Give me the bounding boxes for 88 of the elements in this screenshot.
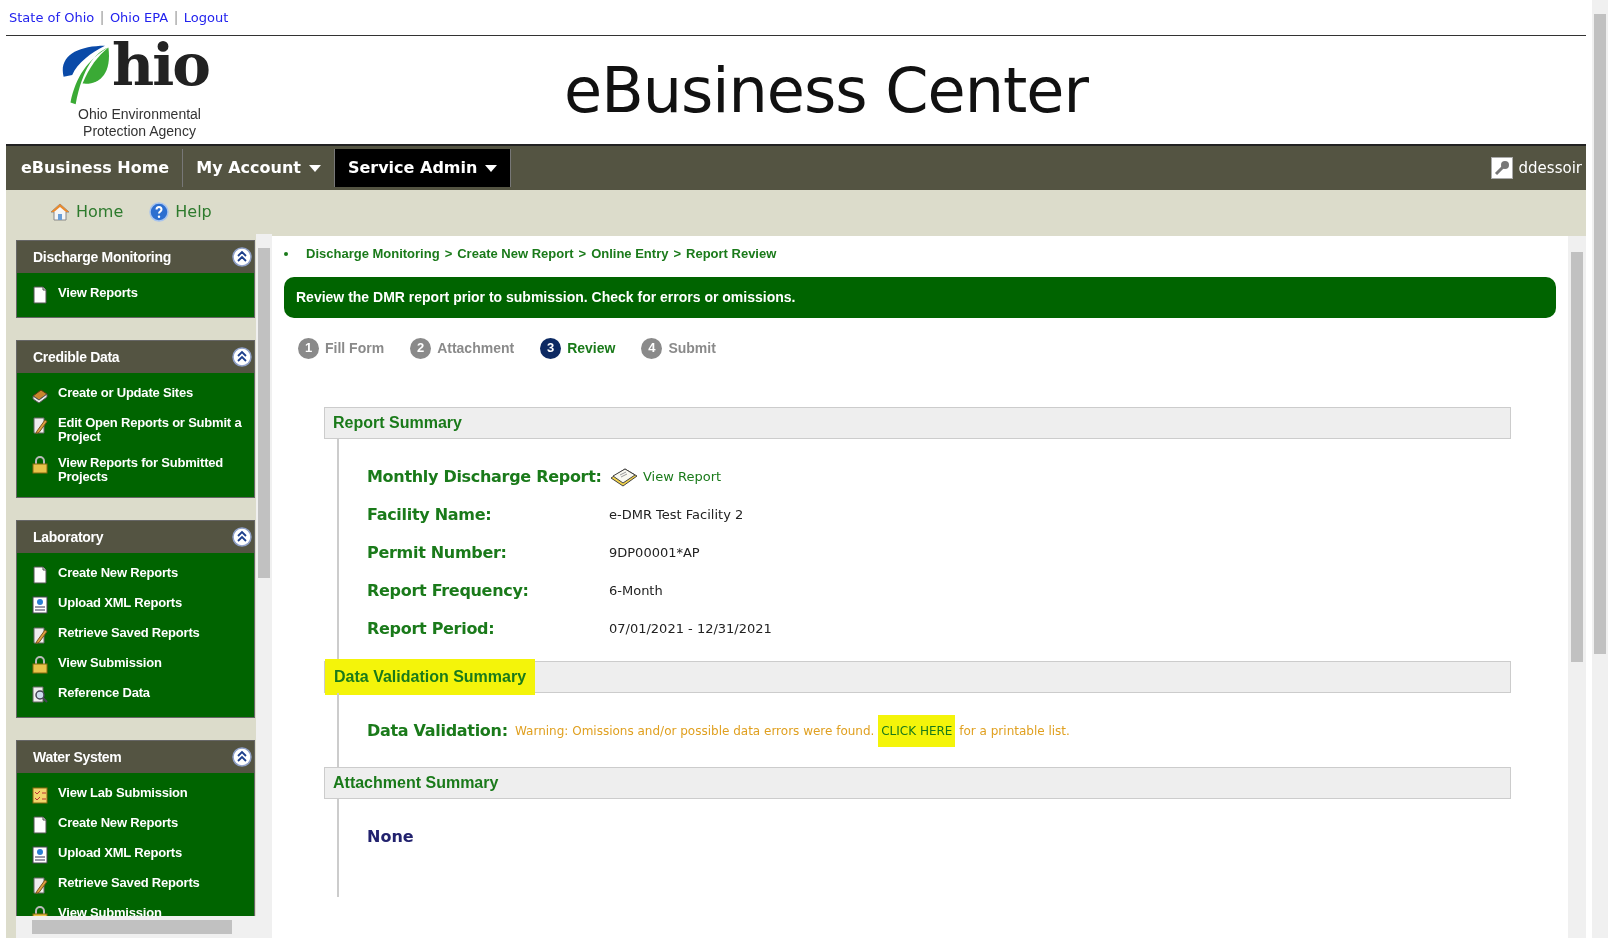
step-label: Fill Form bbox=[325, 338, 385, 358]
lock-icon bbox=[31, 456, 49, 474]
step-number: 1 bbox=[298, 337, 319, 359]
user-name[interactable]: ddessoir bbox=[1518, 156, 1582, 180]
empty-message: None bbox=[367, 826, 414, 846]
page-title: eBusiness Center bbox=[564, 52, 1088, 129]
sidebar-link[interactable]: Retrieve Saved Reports bbox=[31, 626, 250, 644]
document-icon bbox=[31, 286, 49, 304]
section-title: Report Summary bbox=[332, 412, 463, 433]
breadcrumb-link[interactable]: Report Review bbox=[686, 244, 777, 264]
field-value: 6-Month bbox=[609, 581, 663, 600]
field-value: 07/01/2021 - 12/31/2021 bbox=[609, 619, 772, 638]
sidebar-link[interactable]: View Lab Submission bbox=[31, 786, 250, 804]
nav-menu-item[interactable]: My Account bbox=[183, 149, 335, 187]
section-title: Attachment Summary bbox=[332, 772, 500, 793]
breadcrumb-link[interactable]: Create New Report bbox=[457, 244, 574, 264]
section-title: Data Validation Summary bbox=[325, 658, 536, 695]
top-link[interactable]: State of Ohio bbox=[9, 7, 95, 28]
field-label: Permit Number: bbox=[367, 541, 508, 564]
panel-title: Discharge Monitoring bbox=[33, 247, 171, 267]
field-label: Report Period: bbox=[367, 617, 496, 640]
sidebar-link[interactable]: Edit Open Reports or Submit a Project bbox=[31, 416, 250, 444]
document-icon bbox=[31, 816, 49, 834]
view-report-link[interactable]: View Report bbox=[609, 466, 722, 487]
collapse-icon[interactable] bbox=[232, 527, 252, 547]
pencil-page-icon bbox=[31, 876, 49, 894]
file-globe-icon bbox=[31, 846, 49, 864]
logo-tagline: Protection Agency bbox=[83, 123, 196, 140]
sidebar-link[interactable]: View Reports for Submitted Projects bbox=[31, 456, 250, 484]
step-label: Review bbox=[567, 338, 616, 358]
magnifier-page-icon bbox=[31, 686, 49, 704]
leaf-icon bbox=[60, 44, 112, 106]
field-value: 9DP00001*AP bbox=[609, 543, 700, 562]
collapse-icon[interactable] bbox=[232, 247, 252, 267]
top-link[interactable]: Logout bbox=[183, 7, 229, 28]
breadcrumb-link[interactable]: Online Entry bbox=[591, 244, 669, 264]
sub-nav-link[interactable]: Home bbox=[50, 200, 124, 224]
sidebar-link[interactable]: Create New Reports bbox=[31, 566, 250, 584]
step-number: 4 bbox=[641, 337, 663, 359]
scrollbar[interactable] bbox=[16, 916, 272, 938]
sidebar-link[interactable]: Create or Update Sites bbox=[31, 386, 250, 404]
sidebar-link[interactable]: View Reports bbox=[31, 286, 250, 304]
link-separator: | bbox=[100, 8, 104, 27]
checklist-icon bbox=[31, 786, 49, 804]
house-icon bbox=[50, 202, 70, 222]
step-label: Submit bbox=[668, 338, 716, 358]
sub-nav-link[interactable]: Help bbox=[149, 200, 212, 224]
nav-menu-item[interactable]: eBusiness Home bbox=[8, 149, 184, 187]
field-label: Monthly Discharge Report: bbox=[367, 465, 603, 488]
key-icon bbox=[1490, 157, 1513, 179]
help-icon bbox=[149, 202, 170, 222]
breadcrumb-link[interactable]: Discharge Monitoring bbox=[306, 244, 440, 264]
collapse-icon[interactable] bbox=[232, 747, 252, 767]
instruction-banner: Review the DMR report prior to submission. Check for errors or omissions. bbox=[284, 276, 1556, 318]
sidebar-link[interactable]: Upload XML Reports bbox=[31, 596, 250, 614]
sidebar-link[interactable]: Reference Data bbox=[31, 686, 250, 704]
field-label: Report Frequency: bbox=[367, 579, 530, 602]
scrollbar[interactable] bbox=[1568, 236, 1586, 938]
sidebar-link[interactable]: Create New Reports bbox=[31, 816, 250, 834]
sidebar-link[interactable]: View Submission bbox=[31, 656, 250, 674]
document-icon bbox=[31, 566, 49, 584]
pencil-page-icon bbox=[31, 416, 49, 434]
collapse-icon[interactable] bbox=[232, 347, 252, 367]
sidebar-link[interactable]: Upload XML Reports bbox=[31, 846, 250, 864]
sidebar-link[interactable]: Retrieve Saved Reports bbox=[31, 876, 250, 894]
field-label: Data Validation: bbox=[367, 719, 509, 742]
panel-title: Credible Data bbox=[33, 347, 120, 367]
step-label: Attachment bbox=[437, 338, 515, 358]
top-link[interactable]: Ohio EPA bbox=[109, 7, 169, 28]
nav-menu-item[interactable]: Service Admin bbox=[334, 149, 512, 187]
breadcrumb-separator: > bbox=[673, 245, 681, 263]
panel-title: Laboratory bbox=[33, 527, 104, 547]
step-number: 3 bbox=[540, 337, 562, 359]
scrollbar[interactable] bbox=[1592, 0, 1608, 938]
document-stack-icon bbox=[609, 466, 639, 487]
panel-title: Water System bbox=[33, 747, 122, 767]
breadcrumb-separator: > bbox=[444, 245, 453, 263]
link-separator: | bbox=[174, 8, 178, 27]
lock-icon bbox=[31, 656, 49, 674]
step-number: 2 bbox=[410, 337, 432, 359]
scrollbar[interactable] bbox=[256, 234, 272, 916]
field-value: e-DMR Test Facility 2 bbox=[609, 505, 744, 524]
pencil-page-icon bbox=[31, 626, 49, 644]
file-globe-icon bbox=[31, 596, 49, 614]
click-here-link[interactable]: CLICK HERE bbox=[878, 714, 956, 747]
logo-tagline: Ohio Environmental bbox=[78, 106, 201, 123]
breadcrumb-separator: > bbox=[578, 245, 587, 263]
field-label: Facility Name: bbox=[367, 503, 493, 526]
